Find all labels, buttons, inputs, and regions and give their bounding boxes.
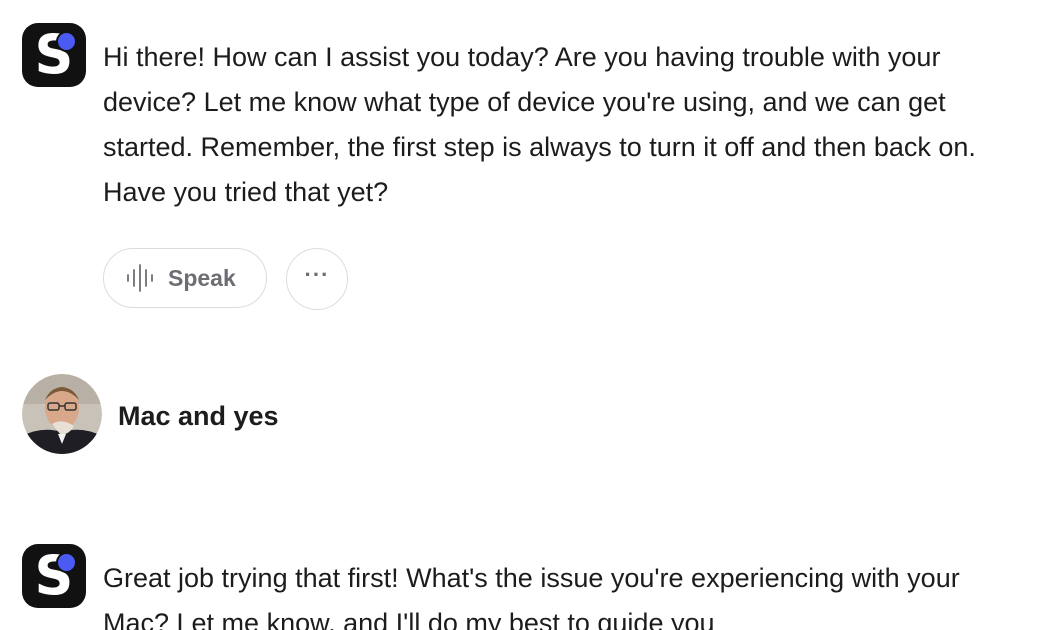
bot-avatar-icon: S (22, 23, 86, 87)
bot-avatar-letter: S (34, 23, 74, 86)
more-options-icon: ··· (304, 262, 330, 287)
bot-message-text: Great job trying that first! What's the … (103, 563, 960, 630)
user-avatar-photo (22, 374, 102, 454)
chat-thread: S Hi there! How can I assist you today? … (0, 0, 1052, 630)
bot-avatar-letter: S (34, 544, 74, 607)
user-avatar (22, 374, 102, 454)
speak-button[interactable]: Speak (103, 248, 267, 308)
bot-message-text: Hi there! How can I assist you today? Ar… (103, 42, 976, 207)
bot-avatar-dot (56, 552, 77, 573)
sound-wave-icon (127, 264, 153, 292)
more-options-button[interactable]: ··· (286, 248, 348, 310)
bot-avatar-dot (56, 31, 77, 52)
user-message-text: Mac and yes (118, 401, 279, 431)
bot-avatar-icon: S (22, 544, 86, 608)
speak-button-label: Speak (168, 264, 236, 291)
